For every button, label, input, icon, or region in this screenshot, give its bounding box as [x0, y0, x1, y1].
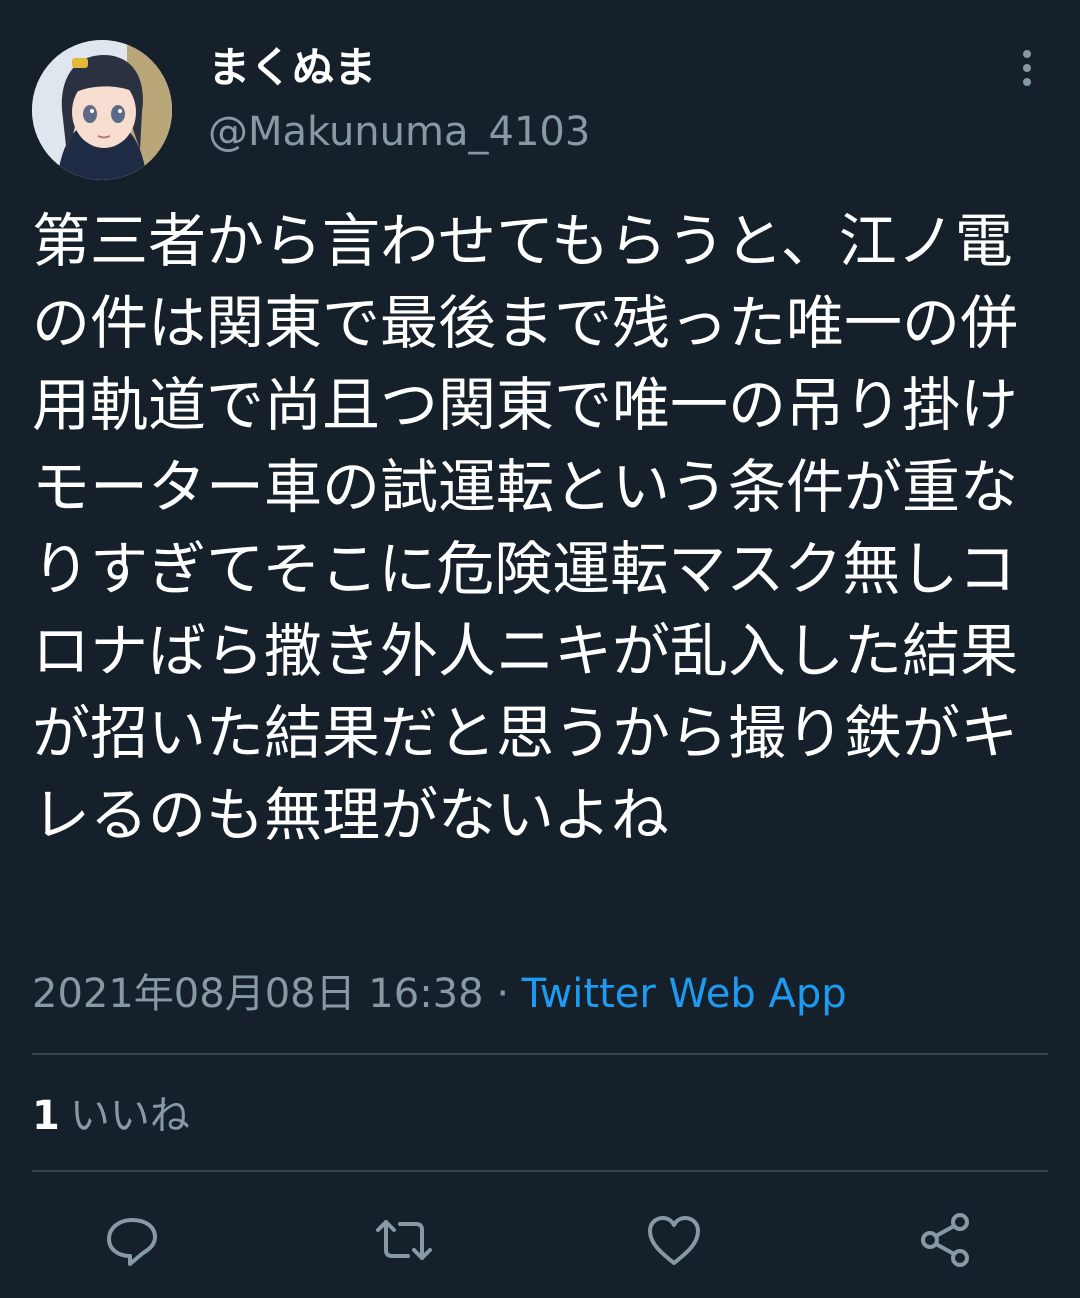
tweet-header: まくぬま @Makunuma_4103 [32, 30, 1048, 180]
user-handle[interactable]: @Makunuma_4103 [208, 106, 590, 158]
display-name[interactable]: まくぬま [208, 42, 376, 94]
meta-separator: · [496, 971, 510, 1017]
tweet-text: 第三者から言わせてもらうと、江ノ電の件は関東で最後まで残った唯一の併用軌道で尚且… [32, 207, 1019, 849]
action-bar [0, 1200, 1080, 1280]
tweet-meta: 2021年08月08日 16:38 · Twitter Web App [32, 966, 847, 1022]
likes-stat[interactable]: 1 いいね [32, 1090, 190, 1142]
divider [32, 1053, 1048, 1055]
divider [32, 1170, 1048, 1172]
source-link[interactable]: Twitter Web App [522, 971, 847, 1017]
timestamp[interactable]: 2021年08月08日 16:38 [32, 971, 484, 1017]
share-icon[interactable] [912, 1208, 976, 1272]
more-vertical-icon[interactable] [1012, 46, 1042, 90]
likes-label: いいね [69, 1093, 190, 1139]
reply-icon[interactable] [100, 1208, 164, 1272]
heart-icon[interactable] [642, 1208, 706, 1272]
avatar[interactable] [32, 40, 172, 180]
likes-count: 1 [32, 1093, 60, 1139]
retweet-icon[interactable] [372, 1208, 436, 1272]
